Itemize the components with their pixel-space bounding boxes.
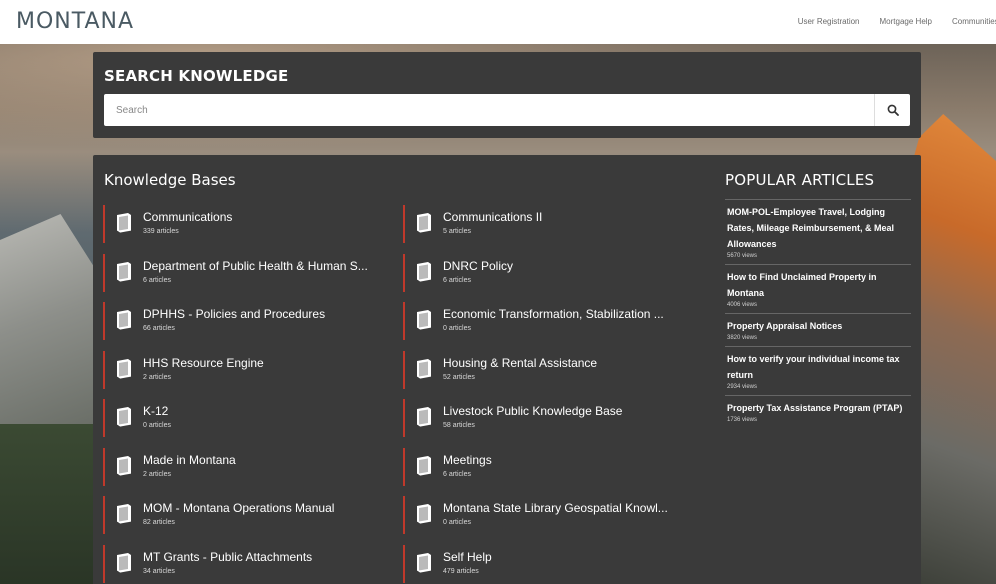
knowledge-base-item[interactable]: Economic Transformation, Stabilization .…	[403, 302, 693, 340]
popular-article-title[interactable]: Property Tax Assistance Program (PTAP)	[727, 400, 909, 416]
knowledge-base-item[interactable]: DPHHS - Policies and Procedures 66 articl…	[103, 302, 393, 340]
book-icon	[114, 552, 134, 574]
knowledge-base-count: 52 articles	[443, 373, 475, 381]
search-panel: SEARCH KNOWLEDGE	[93, 52, 921, 138]
popular-article-item[interactable]: Property Tax Assistance Program (PTAP) 17…	[725, 396, 911, 428]
knowledge-base-count: 339 articles	[143, 228, 179, 235]
knowledge-base-name: MT Grants - Public Attachments	[143, 549, 313, 564]
knowledge-base-count: 6 articles	[143, 276, 172, 284]
popular-article-title[interactable]: How to verify your individual income tax…	[727, 351, 909, 383]
knowledge-base-item[interactable]: Department of Public Health & Human S...…	[103, 253, 393, 292]
book-icon	[414, 261, 434, 283]
knowledge-base-name: Meetings	[443, 452, 492, 467]
top-nav: User Registration Mortgage Help Communit…	[798, 17, 996, 26]
book-icon	[414, 552, 434, 574]
knowledge-panel: Knowledge Bases Communications 339 articl…	[93, 155, 921, 584]
popular-article-item[interactable]: How to Find Unclaimed Property in Montan…	[725, 265, 911, 314]
knowledge-base-name: HHS Resource Engine	[143, 355, 264, 370]
search-icon	[887, 104, 899, 116]
book-icon	[114, 503, 134, 525]
knowledge-base-item[interactable]: DNRC Policy 6 articles	[403, 253, 693, 292]
book-icon	[414, 455, 434, 477]
popular-article-title[interactable]: Property Appraisal Notices	[727, 318, 909, 334]
book-icon	[114, 309, 134, 331]
knowledge-base-count: 34 articles	[143, 567, 175, 575]
knowledge-base-count: 479 articles	[443, 567, 479, 575]
knowledge-base-count: 0 articles	[443, 325, 472, 332]
knowledge-base-count: 82 articles	[143, 519, 175, 526]
knowledge-base-name: MOM - Montana Operations Manual	[143, 501, 335, 515]
nav-mortgage-help[interactable]: Mortgage Help	[880, 17, 932, 26]
knowledge-base-name: Housing & Rental Assistance	[443, 355, 598, 370]
site-logo[interactable]: MONTANA	[16, 9, 134, 34]
popular-article-item[interactable]: How to verify your individual income tax…	[725, 347, 911, 396]
book-icon	[114, 406, 134, 428]
popular-article-views: 5670 views	[727, 253, 758, 259]
nav-user-registration[interactable]: User Registration	[798, 17, 860, 26]
knowledge-base-count: 58 articles	[443, 422, 475, 429]
nav-communities[interactable]: Communities	[952, 17, 996, 26]
knowledge-base-count: 5 articles	[443, 228, 472, 235]
knowledge-base-name: Montana State Library Geospatial Knowl..…	[443, 501, 668, 515]
popular-articles: POPULAR ARTICLES MOM-POL-Employee Travel…	[725, 171, 911, 428]
book-icon	[414, 358, 434, 380]
search-title: SEARCH KNOWLEDGE	[104, 67, 289, 85]
knowledge-base-count: 0 articles	[443, 519, 472, 526]
knowledge-base-name: Economic Transformation, Stabilization .…	[443, 307, 664, 321]
popular-articles-list: MOM-POL-Employee Travel, Lodging Rates, …	[725, 199, 911, 428]
knowledge-base-count: 0 articles	[143, 422, 172, 429]
knowledge-base-name: Self Help	[443, 549, 492, 564]
book-icon	[114, 261, 134, 283]
knowledge-base-count: 6 articles	[443, 276, 472, 284]
knowledge-base-count: 66 articles	[143, 325, 175, 332]
knowledge-base-item[interactable]: HHS Resource Engine 2 articles	[103, 350, 393, 389]
search-input[interactable]	[104, 94, 874, 126]
popular-article-views: 2934 views	[727, 384, 758, 390]
search-button[interactable]	[874, 94, 910, 126]
popular-article-views: 1736 views	[727, 417, 758, 423]
knowledge-base-item[interactable]: Meetings 6 articles	[403, 447, 693, 486]
knowledge-base-name: Communications II	[443, 210, 543, 224]
knowledge-base-name: Department of Public Health & Human S...	[143, 258, 368, 273]
knowledge-base-name: DPHHS - Policies and Procedures	[143, 307, 326, 321]
book-icon	[114, 358, 134, 380]
knowledge-base-name: Communications	[143, 210, 233, 224]
knowledge-base-count: 6 articles	[443, 470, 472, 478]
knowledge-base-item[interactable]: Housing & Rental Assistance 52 articles	[403, 350, 693, 389]
knowledge-base-name: K-12	[143, 404, 169, 418]
search-box	[104, 94, 910, 126]
book-icon	[414, 309, 434, 331]
popular-article-title[interactable]: MOM-POL-Employee Travel, Lodging Rates, …	[727, 204, 909, 252]
knowledge-base-count: 2 articles	[143, 470, 172, 478]
knowledge-base-name: DNRC Policy	[443, 258, 514, 273]
knowledge-base-item[interactable]: K-12 0 articles	[103, 399, 393, 437]
knowledge-bases-title: Knowledge Bases	[104, 171, 236, 189]
knowledge-base-item[interactable]: Communications 339 articles	[103, 205, 393, 243]
book-icon	[414, 406, 434, 428]
knowledge-base-item[interactable]: MOM - Montana Operations Manual 82 articl…	[103, 496, 393, 534]
book-icon	[414, 503, 434, 525]
popular-article-item[interactable]: Property Appraisal Notices 3820 views	[725, 314, 911, 347]
knowledge-base-item[interactable]: Self Help 479 articles	[403, 544, 693, 583]
knowledge-base-item[interactable]: Livestock Public Knowledge Base 58 articl…	[403, 399, 693, 437]
knowledge-base-item[interactable]: Made in Montana 2 articles	[103, 447, 393, 486]
knowledge-base-name: Livestock Public Knowledge Base	[443, 404, 623, 418]
knowledge-base-name: Made in Montana	[143, 452, 236, 467]
knowledge-base-item[interactable]: MT Grants - Public Attachments 34 article…	[103, 544, 393, 583]
knowledge-base-count: 2 articles	[143, 373, 172, 381]
popular-article-title[interactable]: How to Find Unclaimed Property in Montan…	[727, 269, 909, 301]
knowledge-base-item[interactable]: Communications II 5 articles	[403, 205, 693, 243]
book-icon	[114, 455, 134, 477]
book-icon	[114, 212, 134, 234]
top-bar: MONTANA User Registration Mortgage Help …	[0, 0, 996, 44]
popular-article-views: 4006 views	[727, 302, 758, 308]
popular-article-item[interactable]: MOM-POL-Employee Travel, Lodging Rates, …	[725, 199, 911, 265]
knowledge-base-item[interactable]: Montana State Library Geospatial Knowl..…	[403, 496, 693, 534]
book-icon	[414, 212, 434, 234]
popular-articles-title: POPULAR ARTICLES	[725, 171, 875, 189]
popular-article-views: 3820 views	[727, 335, 758, 341]
